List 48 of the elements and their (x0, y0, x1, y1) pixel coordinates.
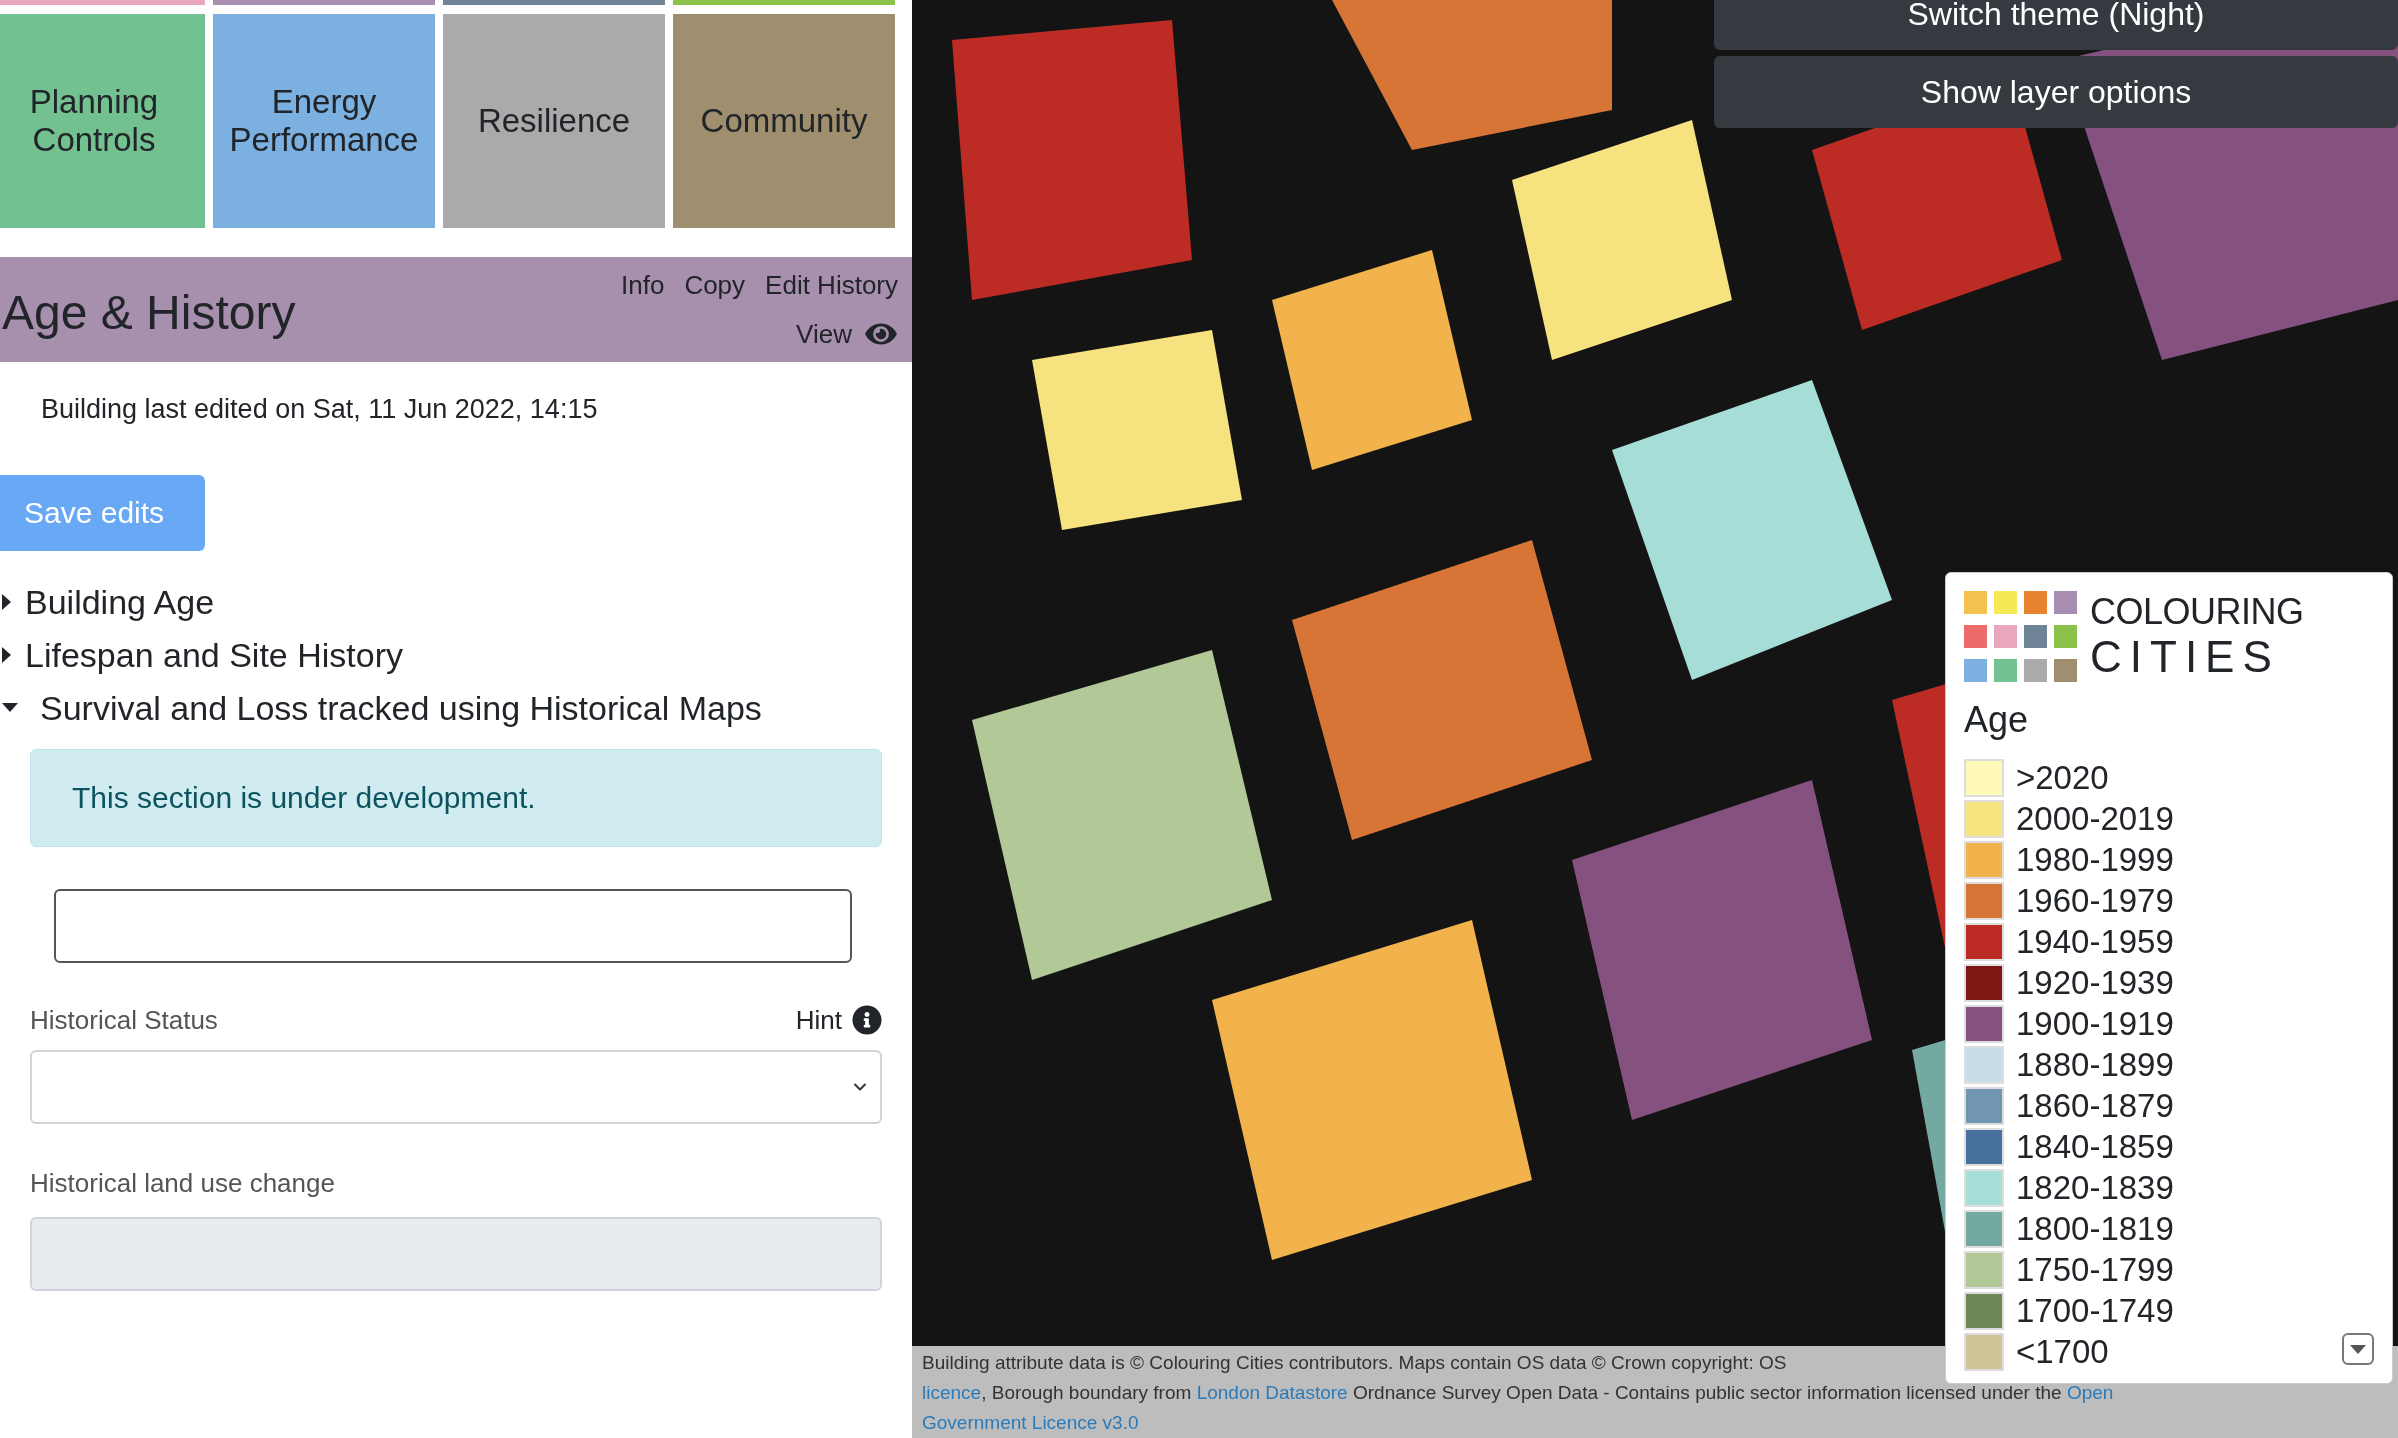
category-tile[interactable]: Resilience (443, 14, 665, 228)
category-tile[interactable]: Planning Controls (0, 14, 205, 228)
field-label: Historical land use change (30, 1166, 335, 1200)
info-alert: This section is under development. (30, 748, 882, 847)
caret-down-icon (2350, 1344, 2366, 1354)
category-tile[interactable]: Community (673, 14, 895, 228)
category-tile[interactable]: Energy Performance (213, 14, 435, 228)
map-button[interactable]: Show layer options (1714, 56, 2398, 128)
legend-label: 1900-1919 (2016, 1003, 2174, 1044)
legend-label: 1980-1999 (2016, 839, 2174, 880)
map-button[interactable]: Switch theme (Night) (1714, 0, 2398, 50)
caret-right-icon (2, 646, 11, 663)
legend-label: 1940-1959 (2016, 921, 2174, 962)
attribution-text: licence, Borough boundary from London Datastore Ordnance Survey Open Data - Contains public sector information licensed under the Open (922, 1381, 2114, 1405)
logo-text: CITIES (2090, 633, 2281, 681)
section-title: Age & History (2, 284, 296, 341)
legend-label: 1750-1799 (2016, 1249, 2174, 1290)
view-link[interactable]: View (796, 314, 898, 354)
logo-squares-icon (1964, 591, 2078, 683)
legend-label: 1920-1939 (2016, 962, 2174, 1003)
info-icon[interactable] (852, 1005, 882, 1035)
last-edited-text: Building last edited on Sat, 11 Jun 2022, 14:15 (41, 393, 599, 426)
legend-label: 1860-1879 (2016, 1085, 2174, 1126)
caret-down-icon (2, 703, 18, 712)
text-field[interactable] (54, 888, 852, 963)
section-toggle[interactable]: Survival and Loss tracked using Historical Maps (2, 690, 912, 725)
legend-title: Age (1964, 698, 2030, 742)
legend-label: 1960-1979 (2016, 880, 2174, 921)
legend-label: <1700 (2016, 1331, 2109, 1372)
legend-label: >2020 (2016, 757, 2109, 798)
legend-label: 1800-1819 (2016, 1208, 2174, 1249)
attribution-text: Building attribute data is © Colouring Cities contributors. Maps contain OS data © Crown copyright: OS (922, 1351, 1787, 1375)
select-field[interactable] (30, 1049, 882, 1124)
header-link[interactable]: Info (621, 265, 665, 305)
caret-right-icon (2, 593, 11, 610)
hint-label: Hint (795, 1003, 842, 1037)
logo-text: COLOURING (2090, 591, 2304, 633)
header-link[interactable]: Edit History (765, 265, 898, 305)
field-label: Historical Status (30, 1003, 218, 1037)
section-toggle[interactable]: Building Age (2, 584, 912, 619)
legend-label: 1700-1749 (2016, 1290, 2174, 1331)
legend-label: 2000-2019 (2016, 798, 2174, 839)
header-link[interactable]: Copy (684, 265, 746, 305)
collapse-button[interactable] (2342, 1333, 2374, 1365)
legend-label: 1840-1859 (2016, 1126, 2174, 1167)
legend-label: 1880-1899 (2016, 1044, 2174, 1085)
section-toggle[interactable]: Lifespan and Site History (2, 637, 912, 672)
legend-label: 1820-1839 (2016, 1167, 2174, 1208)
